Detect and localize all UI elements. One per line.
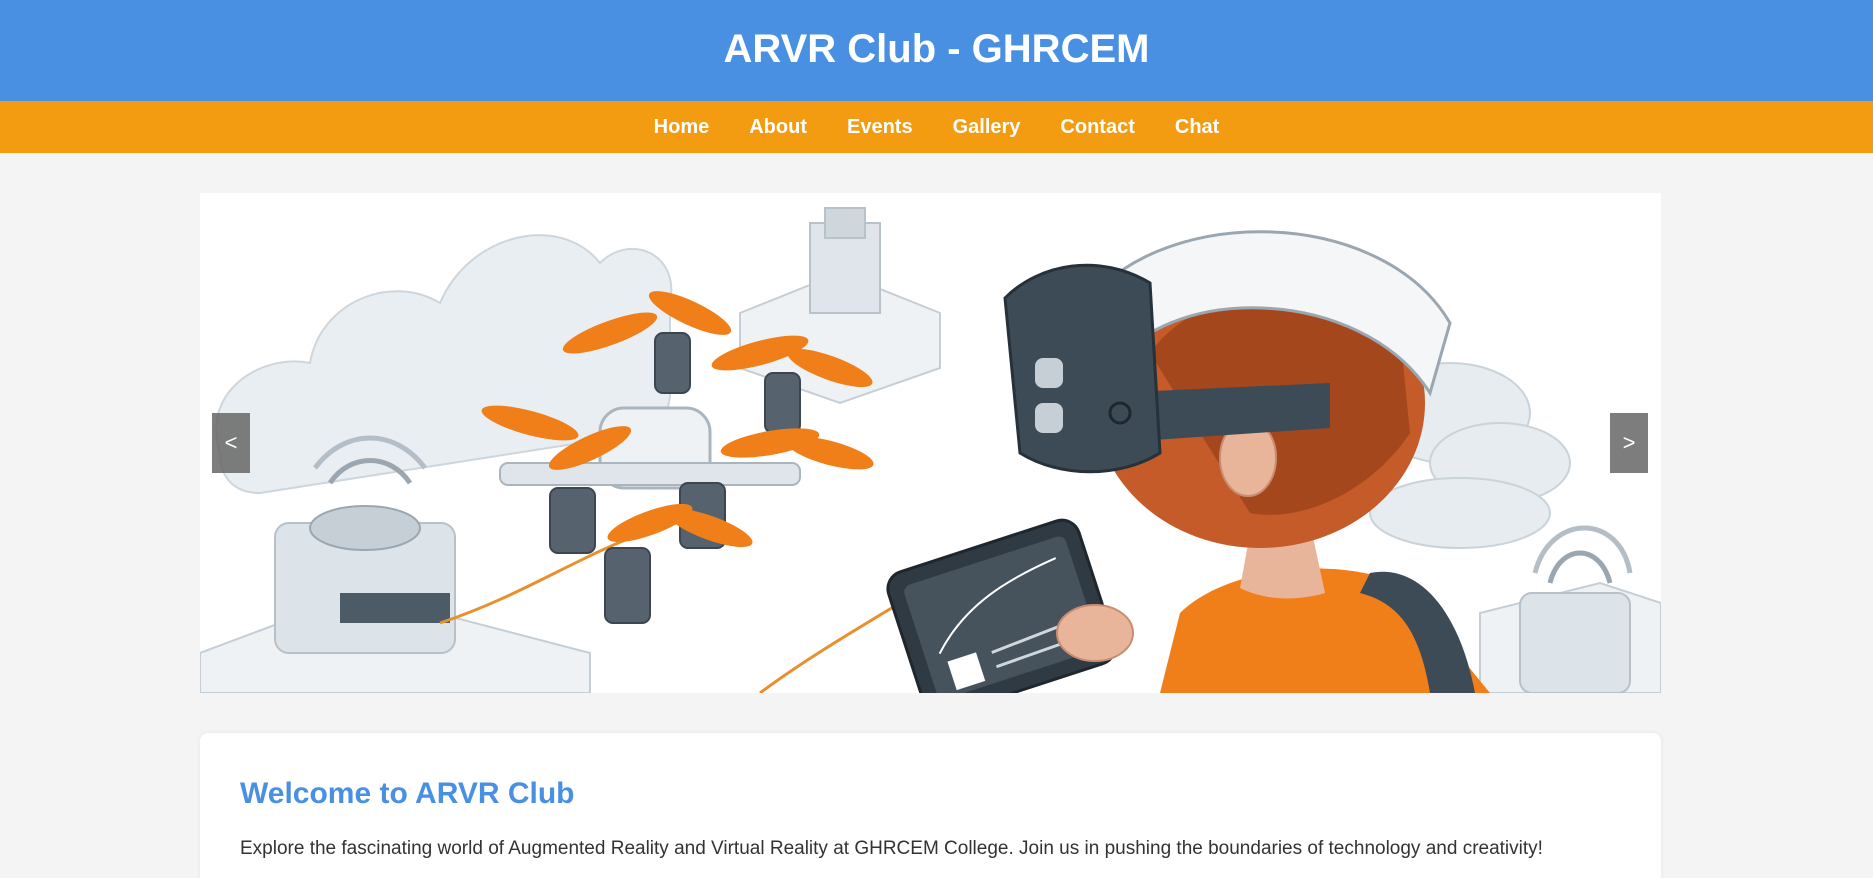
nav-link-home[interactable]: Home bbox=[654, 116, 710, 139]
nav-link-gallery[interactable]: Gallery bbox=[953, 116, 1021, 139]
slide-image-vr-drone-illustration bbox=[200, 193, 1661, 693]
slider-next-button[interactable]: > bbox=[1610, 413, 1648, 473]
site-title: ARVR Club - GHRCEM bbox=[723, 27, 1150, 71]
nav-link-events[interactable]: Events bbox=[847, 116, 913, 139]
site-header: ARVR Club - GHRCEM bbox=[0, 0, 1873, 101]
image-slider: < > bbox=[200, 193, 1661, 693]
welcome-text: Explore the fascinating world of Augment… bbox=[240, 838, 1543, 859]
nav-link-chat[interactable]: Chat bbox=[1175, 116, 1219, 139]
welcome-heading: Welcome to ARVR Club bbox=[240, 777, 575, 810]
main-nav: Home About Events Gallery Contact Chat bbox=[0, 101, 1873, 153]
welcome-section: Welcome to ARVR Club Explore the fascina… bbox=[200, 733, 1661, 878]
nav-link-contact[interactable]: Contact bbox=[1060, 116, 1134, 139]
nav-link-about[interactable]: About bbox=[749, 116, 807, 139]
slider-prev-button[interactable]: < bbox=[212, 413, 250, 473]
